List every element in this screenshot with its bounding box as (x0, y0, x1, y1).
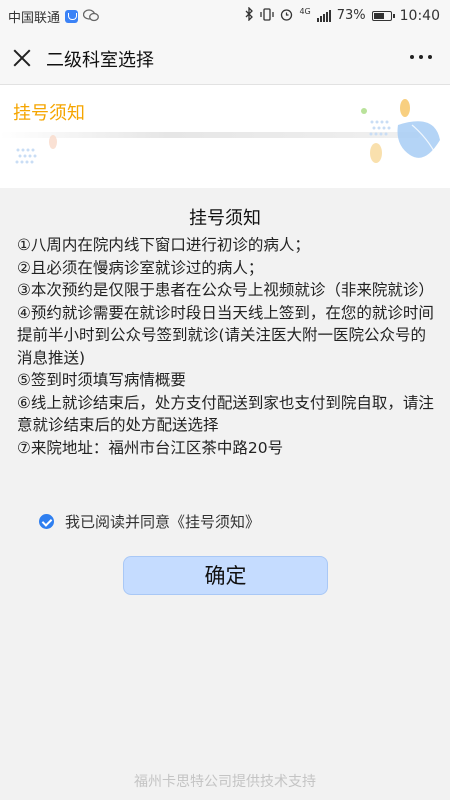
notice-list: ①八周内在院内线下窗口进行初诊的病人； ②且必须在慢病诊室就诊过的病人； ③本次… (17, 234, 437, 459)
bluetooth-icon (245, 6, 254, 24)
status-bar: 中国联通 4G 73% 10:40 (0, 0, 450, 32)
status-right: 4G 73% 10:40 (245, 6, 440, 24)
wechat-icon (82, 8, 99, 25)
checkbox-checked-icon[interactable] (39, 514, 54, 529)
notice-item: ⑥线上就诊结束后，处方支付配送到家也支付到院自取，请注意就诊结束后的处方配送选择 (17, 393, 434, 435)
battery-icon (371, 10, 395, 21)
notice-banner: 挂号须知 (0, 85, 450, 188)
alarm-icon (280, 8, 293, 24)
agreement-label: 我已阅读并同意《挂号须知》 (65, 513, 261, 531)
notice-item: ④预约就诊需要在就诊时段日当天线上签到，在您的就诊时间提前半小时到公众号签到就诊… (17, 303, 434, 367)
notice-item: ③本次预约是仅限于患者在公众号上视频就诊（非来院就诊） (17, 281, 434, 299)
nav-bar: 二级科室选择 (0, 32, 450, 85)
status-time: 10:40 (399, 7, 440, 24)
notice-item: ⑦来院地址：福州市台江区茶中路20号 (17, 438, 284, 457)
agreement-checkbox-row[interactable]: 我已阅读并同意《挂号须知》 (39, 511, 260, 532)
battery-level-fill (373, 12, 384, 19)
notice-item: ②且必须在慢病诊室就诊过的病人； (17, 258, 264, 277)
network-type: 4G (299, 7, 311, 16)
page-title: 二级科室选择 (46, 50, 154, 71)
signal-icon (316, 9, 331, 22)
notice-item: ①八周内在院内线下窗口进行初诊的病人； (17, 236, 310, 254)
more-icon[interactable] (410, 55, 432, 59)
confirm-button[interactable]: 确定 (123, 556, 328, 595)
notice-item: ⑤签到时须填写病情概要 (17, 371, 186, 389)
carrier-shield-icon (65, 10, 79, 23)
status-left: 中国联通 (8, 7, 99, 26)
footer-credit: 福州卡思特公司提供技术支持 (134, 774, 316, 790)
close-icon[interactable] (10, 46, 34, 70)
battery-percent: 73% (336, 8, 366, 23)
banner-decoration-icon (15, 99, 441, 164)
vibrate-icon (260, 7, 275, 24)
notice-title: 挂号须知 (189, 208, 261, 229)
carrier-name: 中国联通 (8, 11, 61, 26)
